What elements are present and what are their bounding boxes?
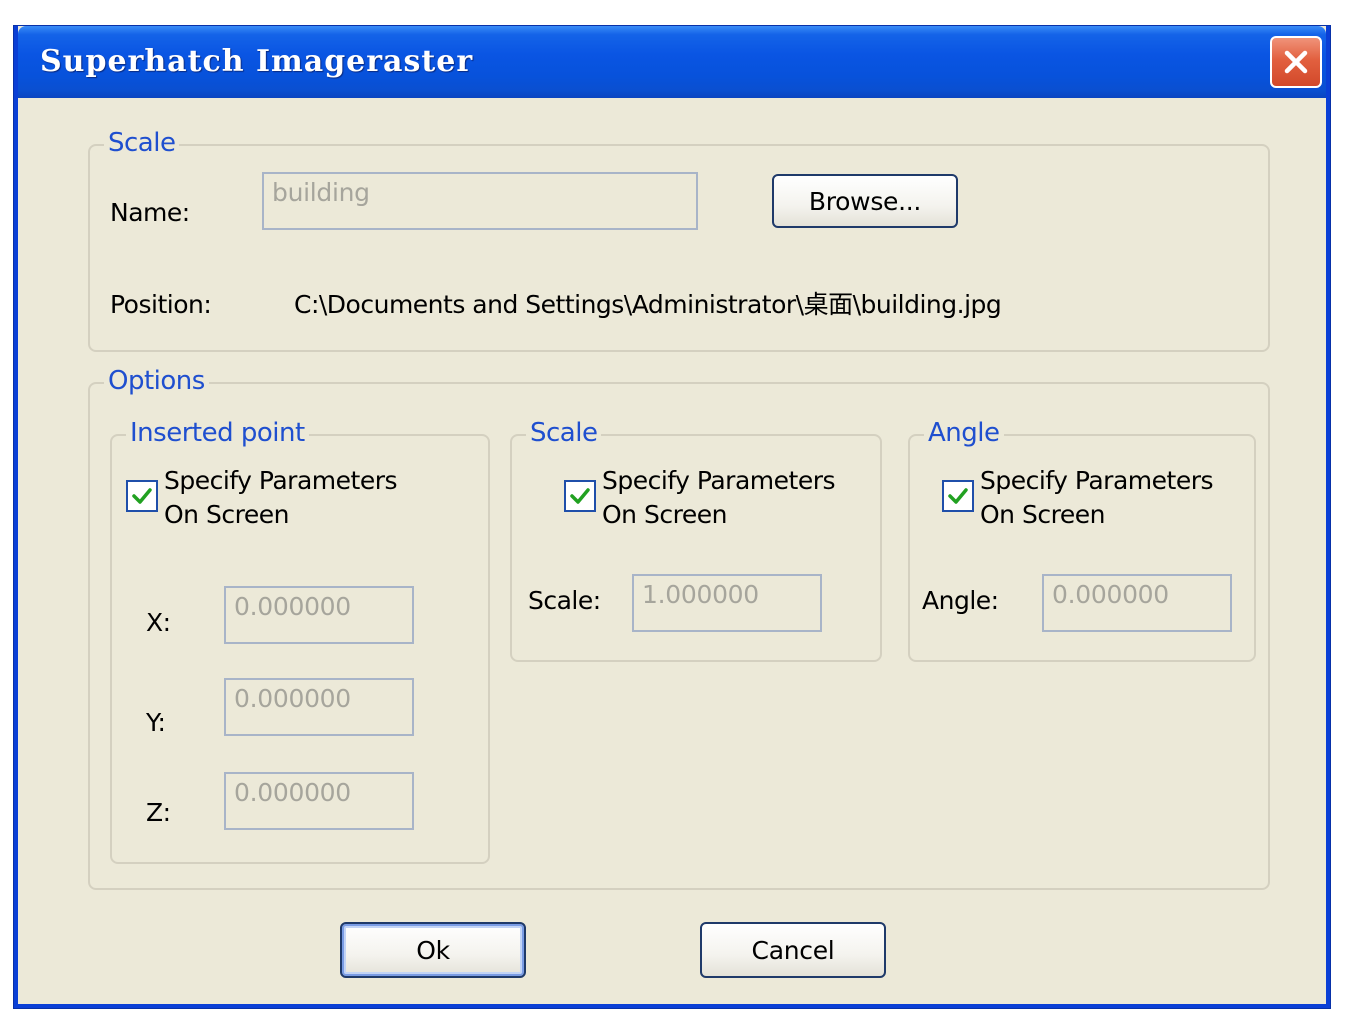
z-input[interactable]: 0.000000 — [224, 772, 414, 830]
angle-options-legend: Angle — [924, 418, 1004, 448]
scale-options-group: Scale Specify Parameters On Screen Scale… — [510, 418, 882, 662]
name-label: Name: — [110, 198, 190, 227]
inserted-point-group: Inserted point Specify Parameters On Scr… — [110, 418, 490, 864]
scale-file-group: Scale Name: building Browse... Position:… — [88, 128, 1270, 352]
angle-input[interactable]: 0.000000 — [1042, 574, 1232, 632]
ok-button[interactable]: Ok — [340, 922, 526, 978]
x-label: X: — [146, 608, 171, 637]
scale-file-legend: Scale — [104, 128, 180, 158]
inserted-point-check-line1[interactable]: Specify Parameters — [164, 464, 398, 498]
options-legend: Options — [104, 366, 209, 396]
angle-check-line1[interactable]: Specify Parameters — [980, 464, 1214, 498]
title-bar[interactable]: Superhatch Imageraster — [18, 26, 1326, 98]
scale-check-line1[interactable]: Specify Parameters — [602, 464, 836, 498]
position-label: Position: — [110, 290, 212, 319]
dialog-window: Superhatch Imageraster Scale Name: build… — [14, 26, 1330, 1008]
angle-checkbox[interactable] — [942, 480, 974, 512]
cancel-button[interactable]: Cancel — [700, 922, 886, 978]
y-label: Y: — [146, 708, 166, 737]
scale-checkbox[interactable] — [564, 480, 596, 512]
name-input[interactable]: building — [262, 172, 698, 230]
options-group: Options Inserted point Specify Parameter… — [88, 366, 1270, 890]
angle-options-group: Angle Specify Parameters On Screen Angle… — [908, 418, 1256, 662]
scale-check-line2[interactable]: On Screen — [602, 498, 727, 532]
inserted-point-check-line2[interactable]: On Screen — [164, 498, 289, 532]
scale-options-legend: Scale — [526, 418, 602, 448]
z-label: Z: — [146, 798, 171, 827]
checkmark-icon — [132, 488, 152, 504]
angle-check-line2[interactable]: On Screen — [980, 498, 1105, 532]
x-input[interactable]: 0.000000 — [224, 586, 414, 644]
inserted-point-checkbox[interactable] — [126, 480, 158, 512]
position-value: C:\Documents and Settings\Administrator\… — [294, 290, 1002, 319]
browse-button[interactable]: Browse... — [772, 174, 958, 228]
y-input[interactable]: 0.000000 — [224, 678, 414, 736]
scale-input[interactable]: 1.000000 — [632, 574, 822, 632]
checkmark-icon — [948, 488, 968, 504]
angle-label: Angle: — [922, 586, 999, 615]
close-icon — [1284, 50, 1308, 74]
checkmark-icon — [570, 488, 590, 504]
scale-label: Scale: — [528, 586, 601, 615]
inserted-point-legend: Inserted point — [126, 418, 309, 448]
window-title: Superhatch Imageraster — [40, 44, 474, 79]
close-button[interactable] — [1270, 36, 1322, 88]
